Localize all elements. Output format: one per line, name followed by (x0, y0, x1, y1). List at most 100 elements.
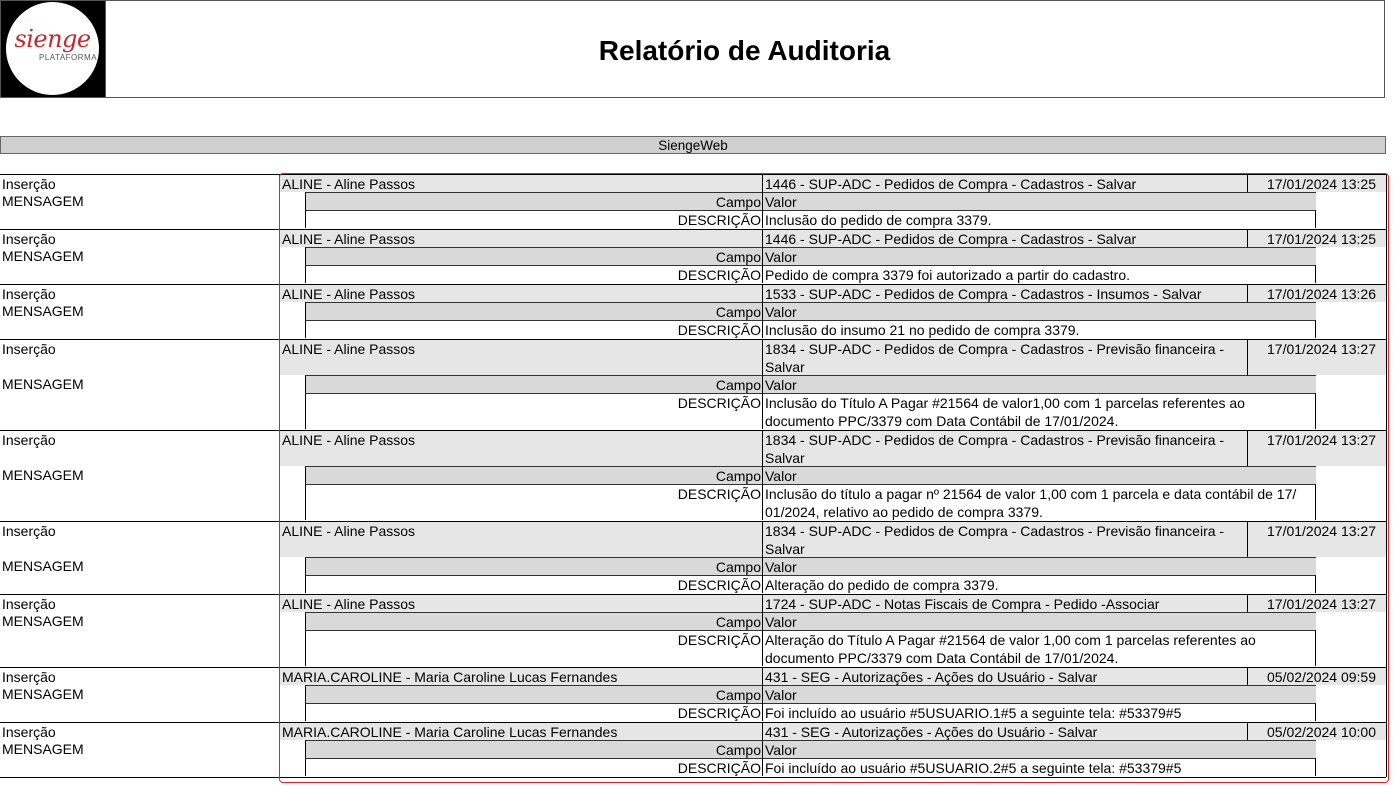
message-label: MENSAGEM (2, 741, 84, 757)
descricao-label: DESCRIÇÃO (305, 758, 762, 776)
right-border (1386, 284, 1387, 339)
audit-record: Inserção MENSAGEM ALINE - Aline Passos 1834… (0, 430, 1388, 521)
datetime-fill (1247, 539, 1386, 557)
record-datetime: 17/01/2024 13:27 (1247, 430, 1386, 448)
message-label: MENSAGEM (2, 467, 84, 483)
operation-type: Inserção (0, 722, 279, 740)
record-datetime: 17/01/2024 13:27 (1247, 594, 1386, 612)
record-action: 1446 - SUP-ADC - Pedidos de Compra - Cad… (762, 229, 1247, 247)
audit-record: Inserção MENSAGEM ALINE - Aline Passos 1834… (0, 521, 1388, 594)
record-action-line: Salvar (765, 359, 805, 375)
campo-label: Campo (305, 247, 762, 265)
right-border (1386, 430, 1387, 521)
audit-record: Inserção MENSAGEM MARIA.CAROLINE - Maria C… (0, 722, 1388, 777)
page-title: Relatório de Auditoria (598, 35, 891, 66)
valor-label: Valor (762, 557, 1316, 575)
record-action: 1834 - SUP-ADC - Pedidos de Compra - Cad… (762, 339, 1247, 375)
record-user: ALINE - Aline Passos (280, 229, 762, 247)
record-action-line: 1724 - SUP-ADC - Notas Fiscais de Compra… (765, 596, 1160, 612)
description-line: Inclusão do insumo 21 no pedido de compr… (765, 322, 1080, 338)
record-action: 431 - SEG - Autorizações - Ações do Usuá… (762, 667, 1247, 685)
campo-label: Campo (305, 302, 762, 320)
valor-label: Valor (762, 192, 1316, 210)
valor-label: Valor (762, 612, 1316, 630)
record-action-line: 1834 - SUP-ADC - Pedidos de Compra - Cad… (765, 523, 1225, 539)
description-line: Pedido de compra 3379 foi autorizado a p… (765, 267, 1131, 283)
operation-type: Inserção (0, 174, 279, 192)
description-line: Inclusão do pedido de compra 3379. (765, 212, 992, 228)
description-line: 01/2024, relativo ao pedido de compra 33… (765, 504, 1043, 520)
record-user: ALINE - Aline Passos (280, 284, 762, 302)
audit-record: Inserção MENSAGEM ALINE - Aline Passos 1724… (0, 594, 1388, 667)
record-user: ALINE - Aline Passos (280, 430, 762, 466)
record-datetime: 05/02/2024 10:00 (1247, 722, 1386, 740)
description-line: documento PPC/3379 com Data Contábil de … (765, 413, 1119, 429)
descricao-label: DESCRIÇÃO (305, 575, 762, 593)
message-label: MENSAGEM (2, 376, 84, 392)
descricao-label: DESCRIÇÃO (305, 703, 762, 721)
next-row-border (0, 777, 1386, 778)
record-action-line: 1533 - SUP-ADC - Pedidos de Compra - Cad… (765, 286, 1202, 302)
description-line: Inclusão do título a pagar nº 21564 de v… (765, 486, 1297, 502)
description-value: Alteração do pedido de compra 3379. (762, 575, 1316, 593)
record-action: 1834 - SUP-ADC - Pedidos de Compra - Cad… (762, 521, 1247, 557)
descricao-label: DESCRIÇÃO (305, 320, 762, 338)
record-datetime: 05/02/2024 09:59 (1247, 667, 1386, 685)
record-datetime: 17/01/2024 13:25 (1247, 229, 1386, 247)
message-label: MENSAGEM (2, 248, 84, 264)
right-border (1386, 229, 1387, 284)
valor-label: Valor (762, 302, 1316, 320)
record-user: MARIA.CAROLINE - Maria Caroline Lucas Fe… (280, 722, 762, 740)
audit-record: Inserção MENSAGEM ALINE - Aline Passos 1446… (0, 174, 1388, 229)
description-value: Foi incluído ao usuário #5USUARIO.2#5 a … (762, 758, 1316, 776)
datetime-fill (1247, 357, 1386, 375)
record-action-line: Salvar (765, 541, 805, 557)
record-action-line: 1446 - SUP-ADC - Pedidos de Compra - Cad… (765, 176, 1137, 192)
report-header: sienge PLATAFORMA Relatório de Auditoria (0, 0, 1385, 98)
record-action-line: 431 - SEG - Autorizações - Ações do Usuá… (765, 669, 1098, 685)
description-value: Inclusão do Título A Pagar #21564 de val… (762, 393, 1316, 429)
description-line: Foi incluído ao usuário #5USUARIO.1#5 a … (765, 705, 1182, 721)
record-action-line: 1834 - SUP-ADC - Pedidos de Compra - Cad… (765, 432, 1225, 448)
valor-label: Valor (762, 375, 1316, 393)
valor-label: Valor (762, 740, 1316, 758)
right-border (1386, 722, 1387, 777)
descricao-label: DESCRIÇÃO (305, 630, 762, 666)
record-action: 1724 - SUP-ADC - Notas Fiscais de Compra… (762, 594, 1247, 612)
description-value: Inclusão do insumo 21 no pedido de compr… (762, 320, 1316, 338)
description-line: Inclusão do Título A Pagar #21564 de val… (765, 395, 1245, 411)
record-user: ALINE - Aline Passos (280, 521, 762, 557)
right-border (1386, 594, 1387, 667)
message-label: MENSAGEM (2, 613, 84, 629)
campo-label: Campo (305, 375, 762, 393)
description-value: Inclusão do título a pagar nº 21564 de v… (762, 484, 1316, 520)
audit-record: Inserção MENSAGEM ALINE - Aline Passos 1533… (0, 284, 1388, 339)
message-label: MENSAGEM (2, 686, 84, 702)
logo-subtext: PLATAFORMA (39, 53, 98, 62)
audit-record: Inserção MENSAGEM ALINE - Aline Passos 1834… (0, 339, 1388, 430)
record-action: 1533 - SUP-ADC - Pedidos de Compra - Cad… (762, 284, 1247, 302)
audit-record: Inserção MENSAGEM ALINE - Aline Passos 1446… (0, 229, 1388, 284)
message-label: MENSAGEM (2, 558, 84, 574)
record-action: 1834 - SUP-ADC - Pedidos de Compra - Cad… (762, 430, 1247, 466)
record-action: 431 - SEG - Autorizações - Ações do Usuá… (762, 722, 1247, 740)
description-line: Alteração do Título A Pagar #21564 de va… (765, 632, 1256, 648)
right-border (1386, 174, 1387, 229)
campo-label: Campo (305, 685, 762, 703)
description-value: Alteração do Título A Pagar #21564 de va… (762, 630, 1316, 666)
valor-label: Valor (762, 685, 1316, 703)
campo-label: Campo (305, 466, 762, 484)
descricao-label: DESCRIÇÃO (305, 210, 762, 228)
description-line: documento PPC/3379 com Data Contábil de … (765, 650, 1119, 666)
record-user: ALINE - Aline Passos (280, 174, 762, 192)
record-datetime: 17/01/2024 13:27 (1247, 339, 1386, 357)
record-user: ALINE - Aline Passos (280, 339, 762, 375)
right-border (1386, 521, 1387, 594)
audit-record: Inserção MENSAGEM MARIA.CAROLINE - Maria C… (0, 667, 1388, 722)
record-datetime: 17/01/2024 13:26 (1247, 284, 1386, 302)
section-header: SiengeWeb (0, 136, 1386, 154)
record-action: 1446 - SUP-ADC - Pedidos de Compra - Cad… (762, 174, 1247, 192)
operation-type: Inserção (0, 667, 279, 685)
description-value: Foi incluído ao usuário #5USUARIO.1#5 a … (762, 703, 1316, 721)
descricao-label: DESCRIÇÃO (305, 265, 762, 283)
